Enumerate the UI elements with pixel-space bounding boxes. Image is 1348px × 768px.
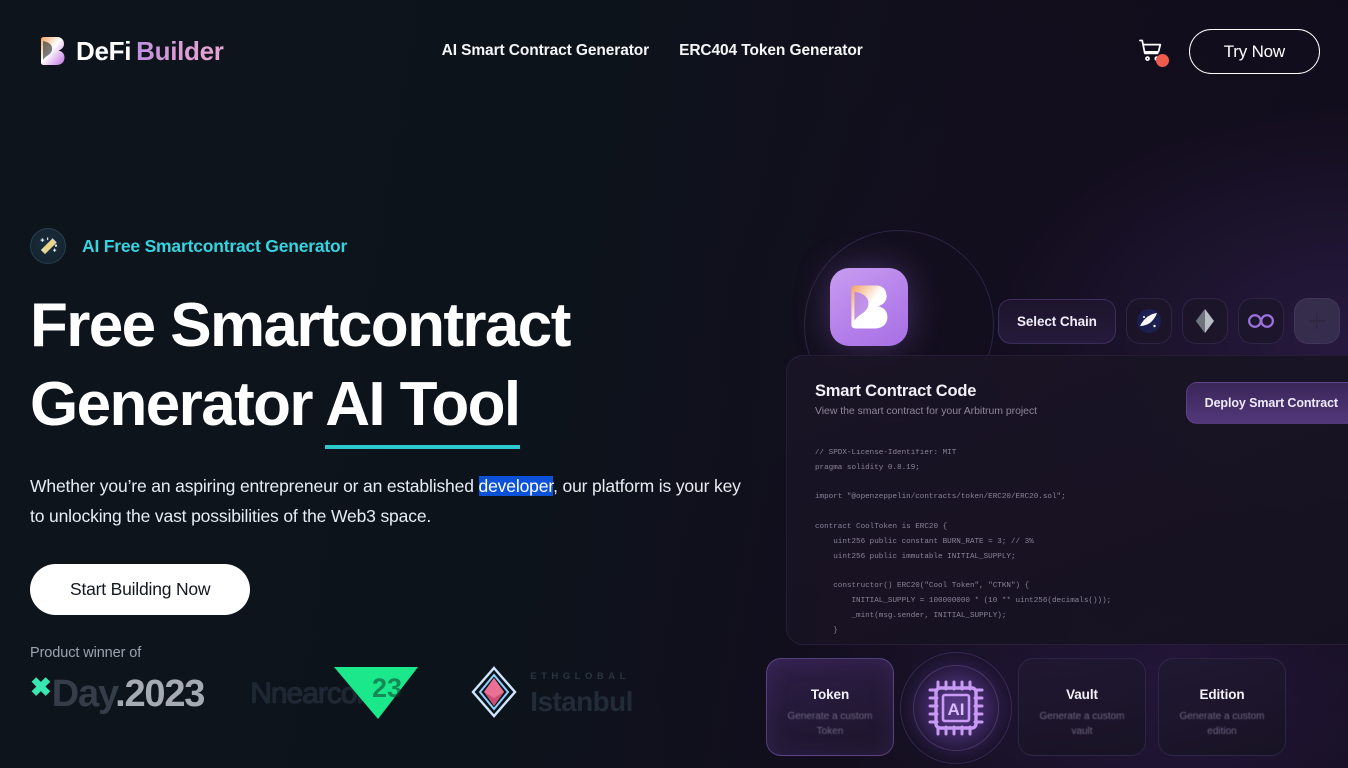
site-header: DeFi Builder AI Smart Contract Generator …: [0, 0, 1348, 102]
feature-card-row: Token Generate a custom Token AI Vault G…: [766, 652, 1346, 764]
feature-card-token[interactable]: Token Generate a custom Token: [766, 658, 894, 756]
header-actions: Try Now: [1137, 28, 1320, 74]
code-card-subtitle: View the smart contract for your Arbitru…: [815, 405, 1038, 417]
hero-eyebrow-label: AI Free Smartcontract Generator: [82, 235, 348, 256]
feature-card-edition-title: Edition: [1199, 687, 1245, 702]
defi-builder-app-icon: [830, 268, 908, 346]
feature-card-vault[interactable]: Vault Generate a custom vault: [1018, 658, 1146, 756]
awards-section: Product winner of ✖ Day.2023 Nnearcon 23: [30, 645, 750, 725]
code-card-title: Smart Contract Code: [815, 382, 977, 400]
hero-eyebrow: AI Free Smartcontract Generator: [30, 228, 760, 264]
brand-name-secondary: Builder: [131, 36, 224, 67]
additional-chain-icon[interactable]: [1293, 298, 1340, 344]
nearcon-triangle-icon: 23: [328, 661, 424, 728]
feature-card-vault-desc: Generate a custom vault: [1039, 711, 1125, 737]
feature-card-token-title: Token: [810, 687, 850, 702]
headline-line-2-underlined: AI Tool: [325, 370, 521, 450]
feature-card-edition[interactable]: Edition Generate a custom edition: [1158, 658, 1286, 756]
headline-line-2-plain: Generator: [30, 370, 326, 440]
chain-selector-bar: Select Chain: [998, 298, 1340, 344]
arbitrum-chain-icon[interactable]: [1125, 298, 1172, 344]
ethglobal-city-label: Istanbul: [530, 685, 633, 717]
brand-logo[interactable]: DeFi Builder: [40, 36, 224, 67]
feature-card-edition-desc: Generate a custom edition: [1179, 711, 1265, 737]
feature-card-vault-title: Vault: [1066, 687, 1098, 702]
award-xday-2023: ✖ Day.2023: [30, 663, 205, 725]
ai-chip-icon[interactable]: AI: [896, 650, 1016, 766]
smart-contract-code-text: // SPDX-License-Identifier: MIT pragma s…: [815, 449, 1112, 635]
code-card-header: Smart Contract Code View the smart contr…: [815, 382, 1348, 424]
ethglobal-diamond-icon: [470, 665, 518, 723]
smart-contract-code-card: Smart Contract Code View the smart contr…: [786, 355, 1348, 645]
feature-card-token-desc: Generate a custom Token: [787, 711, 873, 737]
svg-text:23: 23: [372, 673, 402, 703]
xday-label-bright: .2023: [115, 672, 205, 715]
awards-logo-row: ✖ Day.2023 Nnearcon 23 ETHGLOBAL Istanbu…: [30, 663, 750, 725]
brand-text: DeFi Builder: [76, 36, 224, 67]
cart-button[interactable]: [1137, 37, 1169, 67]
awards-label: Product winner of: [30, 645, 142, 661]
award-nearcon-23: Nnearcon 23: [250, 663, 424, 725]
start-building-now-button[interactable]: Start Building Now: [30, 563, 251, 616]
award-ethglobal-istanbul: ETHGLOBAL Istanbul: [470, 663, 633, 725]
hero-subtitle-part-1: Whether you’re an aspiring entrepreneur …: [30, 475, 479, 496]
magic-wand-icon: [30, 228, 66, 264]
xday-x-icon: ✖: [30, 672, 52, 702]
page-title: Free Smartcontract Generator AI Tool: [30, 286, 760, 450]
ethglobal-top-label: ETHGLOBAL: [530, 670, 630, 682]
hero-section: AI Free Smartcontract Generator Free Sma…: [30, 228, 760, 616]
defi-builder-b-logo-icon: [40, 36, 65, 66]
nav-item-ai-smart-contract-generator[interactable]: AI Smart Contract Generator: [442, 42, 650, 60]
cart-badge: [1155, 54, 1169, 67]
xday-label-dim: Day: [51, 672, 117, 715]
brand-name-primary: DeFi: [76, 35, 132, 66]
polygon-chain-icon[interactable]: [1237, 298, 1284, 344]
ai-chip-label: AI: [948, 700, 965, 719]
headline-line-1: Free Smartcontract: [30, 291, 571, 360]
app-preview-panel: Select Chain Smart Contract Code View th…: [760, 190, 1348, 768]
hero-subtitle-selected-text: developer: [478, 475, 554, 496]
nav-item-erc404-token-generator[interactable]: ERC404 Token Generator: [679, 42, 863, 60]
main-nav: AI Smart Contract Generator ERC404 Token…: [442, 42, 863, 60]
page-root: DeFi Builder AI Smart Contract Generator …: [0, 0, 1348, 768]
ethereum-chain-icon[interactable]: [1181, 298, 1228, 344]
hero-subtitle: Whether you’re an aspiring entrepreneur …: [30, 471, 742, 531]
deploy-smart-contract-button[interactable]: Deploy Smart Contract: [1185, 382, 1348, 424]
select-chain-button[interactable]: Select Chain: [998, 298, 1116, 344]
try-now-button[interactable]: Try Now: [1188, 28, 1320, 74]
